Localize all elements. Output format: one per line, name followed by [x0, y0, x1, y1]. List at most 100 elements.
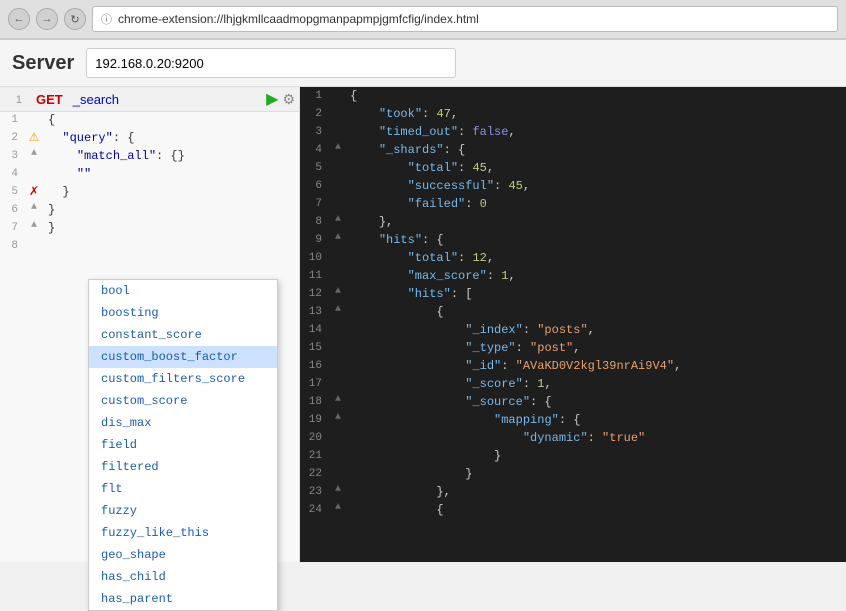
result-num-10: 10: [300, 250, 330, 264]
result-num-7: 7: [300, 196, 330, 210]
editor-line-1: 1 {: [0, 112, 299, 130]
security-icon: ⓘ: [101, 11, 112, 27]
line-num-5: 5: [0, 184, 24, 198]
result-content-8: },: [346, 214, 846, 230]
result-gutter-24[interactable]: ▲: [330, 502, 346, 513]
editor-panel: 1 GET _search ▶ ⚙ 1 { 2 ⚠ "query": { 3 ▲: [0, 87, 300, 562]
back-button[interactable]: ←: [8, 8, 30, 30]
autocomplete-item-custom-filters-score[interactable]: custom_filters_score: [89, 368, 277, 390]
server-label: Server: [12, 52, 74, 75]
result-num-11: 11: [300, 268, 330, 282]
gutter-fold-6[interactable]: ▲: [24, 202, 44, 213]
line-content-3[interactable]: "match_all": {}: [44, 148, 299, 164]
autocomplete-item-custom-boost-factor[interactable]: custom_boost_factor: [89, 346, 277, 368]
line-num-3: 3: [0, 148, 24, 162]
result-line-9: 9 ▲ "hits": {: [300, 231, 846, 249]
autocomplete-item-custom-score[interactable]: custom_score: [89, 390, 277, 412]
request-path[interactable]: _search: [71, 90, 262, 109]
result-num-16: 16: [300, 358, 330, 372]
result-content-10: "total": 12,: [346, 250, 846, 266]
result-line-5: 5 "total": 45,: [300, 159, 846, 177]
line-content-5[interactable]: }: [44, 184, 299, 200]
run-button[interactable]: ▶: [266, 89, 278, 109]
refresh-button[interactable]: ↻: [64, 8, 86, 30]
result-line-1: 1 {: [300, 87, 846, 105]
editor-line-6: 6 ▲ }: [0, 202, 299, 220]
result-gutter-12[interactable]: ▲: [330, 286, 346, 297]
result-content-23: },: [346, 484, 846, 500]
result-gutter-4[interactable]: ▲: [330, 142, 346, 153]
result-line-12: 12 ▲ "hits": [: [300, 285, 846, 303]
autocomplete-item-has-child[interactable]: has_child: [89, 566, 277, 588]
autocomplete-item-bool[interactable]: bool: [89, 280, 277, 302]
url-text: chrome-extension://lhjgkmllcaadmopgmanpa…: [118, 12, 479, 26]
result-gutter-19[interactable]: ▲: [330, 412, 346, 423]
editor-line-4: 4 "": [0, 166, 299, 184]
editor-line-8: 8: [0, 238, 299, 256]
result-num-19: 19: [300, 412, 330, 426]
toolbar-linenum: 1: [4, 92, 28, 106]
result-line-3: 3 "timed_out": false,: [300, 123, 846, 141]
result-content-7: "failed": 0: [346, 196, 846, 212]
autocomplete-item-geo-shape[interactable]: geo_shape: [89, 544, 277, 566]
line-content-7[interactable]: }: [44, 220, 299, 236]
result-line-14: 14 "_index": "posts",: [300, 321, 846, 339]
autocomplete-item-fuzzy-like-this[interactable]: fuzzy_like_this: [89, 522, 277, 544]
result-content-14: "_index": "posts",: [346, 322, 846, 338]
editor-line-2: 2 ⚠ "query": {: [0, 130, 299, 148]
result-num-15: 15: [300, 340, 330, 354]
autocomplete-item-flt[interactable]: flt: [89, 478, 277, 500]
result-num-8: 8: [300, 214, 330, 228]
autocomplete-item-filtered[interactable]: filtered: [89, 456, 277, 478]
result-content-17: "_score": 1,: [346, 376, 846, 392]
autocomplete-item-boosting[interactable]: boosting: [89, 302, 277, 324]
result-content-19: "mapping": {: [346, 412, 846, 428]
line-content-1[interactable]: {: [44, 112, 299, 128]
result-num-14: 14: [300, 322, 330, 336]
autocomplete-item-dis-max[interactable]: dis_max: [89, 412, 277, 434]
editor-line-3: 3 ▲ "match_all": {}: [0, 148, 299, 166]
result-num-4: 4: [300, 142, 330, 156]
server-address-input[interactable]: [86, 48, 456, 78]
result-num-1: 1: [300, 88, 330, 102]
line-content-2[interactable]: "query": {: [44, 130, 299, 146]
forward-button[interactable]: →: [36, 8, 58, 30]
result-line-10: 10 "total": 12,: [300, 249, 846, 267]
gutter-fold-7[interactable]: ▲: [24, 220, 44, 231]
autocomplete-item-has-parent[interactable]: has_parent: [89, 588, 277, 610]
result-line-21: 21 }: [300, 447, 846, 465]
settings-icon[interactable]: ⚙: [282, 91, 295, 108]
line-content-8[interactable]: [44, 238, 299, 240]
autocomplete-dropdown[interactable]: bool boosting constant_score custom_boos…: [88, 279, 278, 611]
autocomplete-item-fuzzy[interactable]: fuzzy: [89, 500, 277, 522]
result-num-13: 13: [300, 304, 330, 318]
address-bar[interactable]: ⓘ chrome-extension://lhjgkmllcaadmopgman…: [92, 6, 838, 32]
result-num-20: 20: [300, 430, 330, 444]
result-content-15: "_type": "post",: [346, 340, 846, 356]
result-line-2: 2 "took": 47,: [300, 105, 846, 123]
autocomplete-item-field[interactable]: field: [89, 434, 277, 456]
result-line-16: 16 "_id": "AVaKD0V2kgl39nrAi9V4",: [300, 357, 846, 375]
result-num-24: 24: [300, 502, 330, 516]
result-gutter-9[interactable]: ▲: [330, 232, 346, 243]
line-num-1: 1: [0, 112, 24, 126]
result-gutter-13[interactable]: ▲: [330, 304, 346, 315]
line-content-6[interactable]: }: [44, 202, 299, 218]
gutter-warn-2: ⚠: [24, 130, 44, 145]
results-panel[interactable]: 1 { 2 "took": 47, 3 "timed_out": false, …: [300, 87, 846, 562]
result-line-15: 15 "_type": "post",: [300, 339, 846, 357]
result-gutter-23[interactable]: ▲: [330, 484, 346, 495]
result-gutter-18[interactable]: ▲: [330, 394, 346, 405]
result-line-4: 4 ▲ "_shards": {: [300, 141, 846, 159]
result-line-22: 22 }: [300, 465, 846, 483]
result-num-5: 5: [300, 160, 330, 174]
result-gutter-8[interactable]: ▲: [330, 214, 346, 225]
result-num-9: 9: [300, 232, 330, 246]
result-line-20: 20 "dynamic": "true": [300, 429, 846, 447]
gutter-error-5: ✗: [24, 184, 44, 199]
result-content-21: }: [346, 448, 846, 464]
line-num-4: 4: [0, 166, 24, 180]
line-content-4[interactable]: "": [44, 166, 299, 182]
autocomplete-item-constant-score[interactable]: constant_score: [89, 324, 277, 346]
gutter-fold-3[interactable]: ▲: [24, 148, 44, 159]
